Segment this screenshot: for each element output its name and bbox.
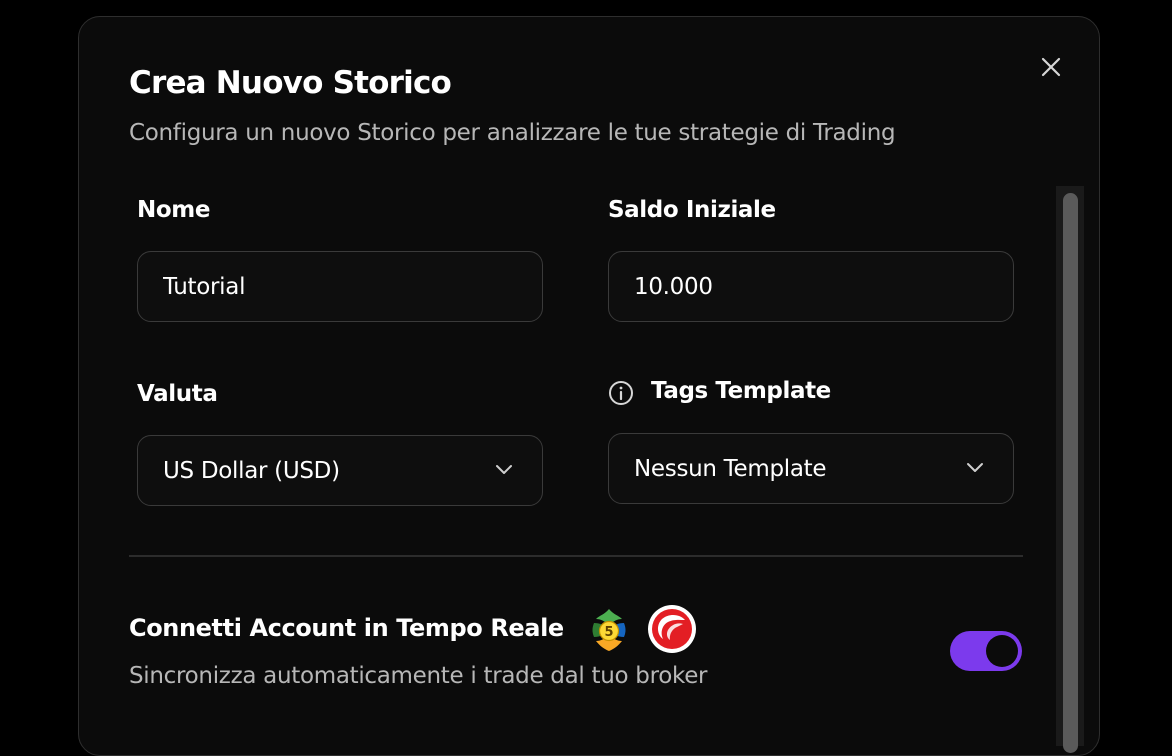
live-connection-toggle[interactable] <box>950 631 1022 671</box>
create-history-dialog: Crea Nuovo Storico Configura un nuovo St… <box>78 16 1100 756</box>
live-connection-subtitle: Sincronizza automaticamente i trade dal … <box>129 663 708 689</box>
live-connection-title: Connetti Account in Tempo Reale <box>129 614 564 642</box>
name-label: Nome <box>137 197 211 223</box>
ctrader-logo <box>648 605 696 653</box>
metatrader5-logo: 5 <box>592 609 626 651</box>
section-divider <box>129 555 1023 557</box>
currency-selected-value: US Dollar (USD) <box>163 457 340 484</box>
name-field[interactable] <box>137 251 543 322</box>
tags-template-label: Tags Template <box>651 378 831 404</box>
tags-template-selected-value: Nessun Template <box>634 455 827 482</box>
info-icon[interactable] <box>608 380 634 406</box>
scrollbar-thumb[interactable] <box>1063 193 1078 753</box>
currency-label: Valuta <box>137 381 218 407</box>
initial-balance-label: Saldo Iniziale <box>608 197 776 223</box>
initial-balance-input[interactable] <box>634 273 974 300</box>
close-icon[interactable] <box>1037 53 1065 81</box>
dialog-title: Crea Nuovo Storico <box>129 65 452 101</box>
currency-select[interactable]: US Dollar (USD) <box>137 435 543 506</box>
chevron-down-icon <box>496 465 512 474</box>
name-input[interactable] <box>163 273 503 300</box>
tags-template-select[interactable]: Nessun Template <box>608 433 1014 504</box>
dialog-subtitle: Configura un nuovo Storico per analizzar… <box>129 120 896 146</box>
chevron-down-icon <box>967 463 983 472</box>
svg-text:5: 5 <box>604 625 613 640</box>
toggle-knob <box>986 635 1018 667</box>
initial-balance-field[interactable] <box>608 251 1014 322</box>
